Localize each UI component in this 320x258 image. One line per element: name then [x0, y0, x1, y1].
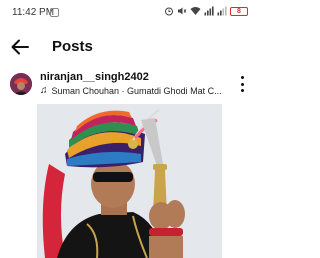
post-image[interactable] — [37, 104, 222, 258]
music-row[interactable]: ♫ Suman Chouhan · Gumatdi Ghodi Mat C... — [40, 85, 226, 97]
alarm-icon — [165, 7, 173, 16]
post-photo — [37, 104, 222, 258]
more-vertical-icon — [240, 76, 244, 79]
more-dot — [240, 89, 244, 92]
more-dot — [240, 82, 244, 86]
more-options-button[interactable] — [236, 76, 248, 92]
status-time: 11:42 PM — [12, 7, 55, 18]
username[interactable]: niranjan__singh2402 — [40, 71, 149, 83]
battery-icon: 8 — [230, 6, 248, 16]
notification-app-icon — [50, 8, 59, 17]
back-button[interactable] — [8, 35, 32, 59]
signal-icon-2 — [217, 6, 227, 16]
music-note-icon: ♫ — [40, 85, 48, 96]
mute-icon — [178, 7, 187, 15]
page-title: Posts — [52, 38, 93, 55]
app-bar: Posts — [0, 30, 258, 64]
post-header: niranjan__singh2402 ♫ Suman Chouhan · Gu… — [0, 66, 258, 102]
status-icons: 8 — [164, 6, 248, 16]
avatar[interactable] — [10, 73, 32, 95]
back-arrow-icon — [11, 39, 29, 55]
avatar-image — [10, 73, 32, 95]
wifi-icon — [190, 7, 201, 15]
status-bar: 11:42 PM 8 — [0, 0, 258, 26]
music-label: Suman Chouhan · Gumatdi Ghodi Mat C... — [51, 86, 222, 96]
signal-icon — [204, 6, 214, 16]
